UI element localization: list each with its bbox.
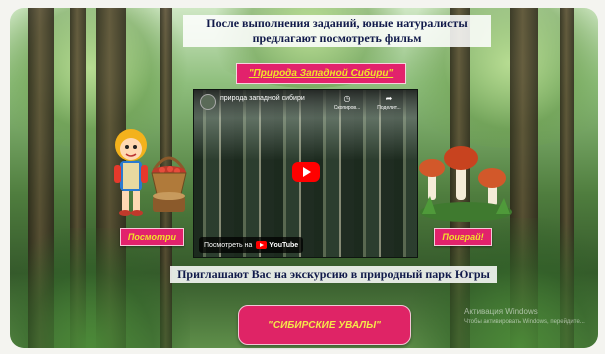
- play-game-button[interactable]: Поиграй!: [434, 228, 492, 246]
- watermark-line-1: Активация Windows: [464, 307, 538, 316]
- watch-button[interactable]: Посмотри: [120, 228, 184, 246]
- berry-basket-illustration: [151, 156, 187, 212]
- video-player[interactable]: природа западной сибири ◷ Скопиров... ➦ …: [193, 89, 418, 258]
- film-title-text: "Природа Западной Сибири": [248, 68, 394, 79]
- watermark-line-2: Чтобы активировать Windows, перейдите...: [464, 319, 585, 325]
- fern: [10, 228, 190, 348]
- mushrooms-illustration: [419, 146, 512, 222]
- share-label: Поделит...: [377, 105, 401, 111]
- film-title-banner: "Природа Западной Сибири": [236, 63, 406, 84]
- watch-on-label: Посмотреть на: [204, 241, 253, 249]
- video-title[interactable]: природа западной сибири: [220, 95, 305, 102]
- intro-line-1: После выполнения заданий, юные натуралис…: [206, 16, 468, 30]
- share-button[interactable]: ➦ Поделит...: [372, 94, 406, 111]
- copy-link-label: Скопиров...: [333, 105, 361, 111]
- play-icon[interactable]: [292, 162, 320, 182]
- park-link-button[interactable]: "СИБИРСКИЕ УВАЛЫ": [238, 305, 411, 345]
- windows-activation-watermark: Активация Windows Чтобы активировать Win…: [464, 307, 585, 327]
- watch-on-youtube-button[interactable]: Посмотреть на YouTube: [199, 237, 304, 253]
- youtube-label: YouTube: [269, 241, 299, 249]
- invitation-text: Приглашают Вас на экскурсию в природный …: [170, 266, 497, 283]
- intro-heading: После выполнения заданий, юные натуралис…: [183, 15, 491, 47]
- channel-avatar[interactable]: [200, 94, 216, 110]
- youtube-play-icon: [256, 241, 268, 249]
- clock-icon: ◷: [343, 94, 351, 103]
- copy-link-button[interactable]: ◷ Скопиров...: [330, 94, 364, 111]
- youtube-logo-icon: YouTube: [256, 241, 298, 249]
- intro-line-2: предлагают посмотреть фильм: [252, 31, 422, 45]
- share-icon: ➦: [385, 94, 393, 103]
